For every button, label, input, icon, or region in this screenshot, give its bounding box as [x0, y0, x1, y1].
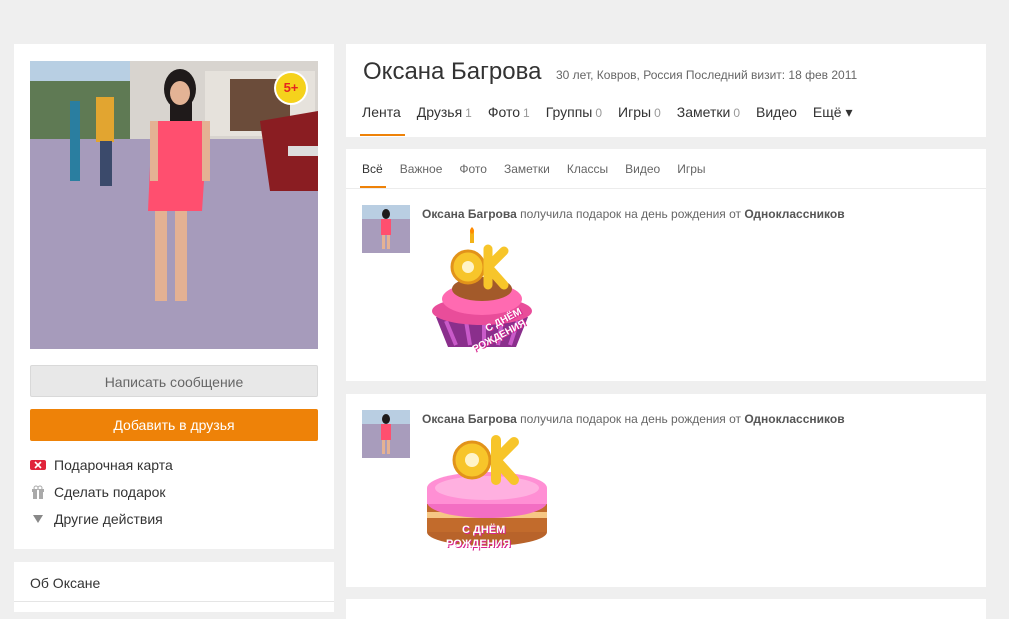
post-author-avatar[interactable]	[362, 410, 410, 458]
tab-label: Ещё ▾	[812, 104, 853, 120]
tab-count: 1	[465, 106, 472, 120]
tab-label: Заметки	[676, 104, 731, 120]
other-actions-link[interactable]: Другие действия	[30, 511, 163, 527]
post-author-link[interactable]: Оксана Багрова	[422, 207, 517, 221]
photo-illustration	[30, 61, 318, 349]
feed-tab-important[interactable]: Важное	[400, 162, 443, 176]
make-gift-label: Сделать подарок	[54, 484, 166, 500]
post-source-link[interactable]: Одноклассников	[744, 412, 844, 426]
gift-card-link[interactable]: Подарочная карта	[30, 457, 173, 473]
tab-count: 0	[595, 106, 603, 120]
tab-label: Группы	[545, 104, 593, 120]
tab-feed[interactable]: Лента	[360, 104, 405, 136]
feed: Всё Важное Фото Заметки Классы Видео Игр…	[346, 149, 986, 381]
tab-label: Игры	[618, 104, 652, 120]
feed-tab-games[interactable]: Игры	[677, 162, 705, 176]
post-author-avatar[interactable]	[362, 205, 410, 253]
triangle-down-icon	[30, 511, 46, 527]
profile-header: Оксана Багрова 30 лет, Ковров, Россия По…	[346, 44, 986, 137]
tab-label: Друзья	[416, 104, 463, 120]
post-author-link[interactable]: Оксана Багрова	[422, 412, 517, 426]
tab-count: 0	[733, 106, 740, 120]
tab-games[interactable]: Игры 0	[618, 104, 661, 136]
divider	[14, 601, 334, 602]
profile-meta: 30 лет, Ковров, Россия Последний визит: …	[556, 68, 858, 82]
gift-caption-2: РОЖДЕНИЯ	[446, 538, 511, 550]
post-source-link[interactable]: Одноклассников	[744, 207, 844, 221]
feed-post	[346, 599, 986, 619]
tab-notes[interactable]: Заметки 0	[677, 104, 740, 136]
gift-card-label: Подарочная карта	[54, 457, 173, 473]
post-text: Оксана Багрова получила подарок на день …	[422, 412, 845, 426]
gift-caption-1: С ДНЁМ	[462, 524, 506, 536]
profile-name: Оксана Багрова	[363, 58, 542, 85]
tab-label: Видео	[756, 104, 797, 120]
feed-tab-video[interactable]: Видео	[625, 162, 660, 176]
post-action-text: получила подарок на день рождения от	[520, 207, 742, 221]
feed-filter-tabs: Всё Важное Фото Заметки Классы Видео Игр…	[360, 162, 723, 188]
tab-label: Лента	[362, 104, 401, 120]
profile-sidebar: 5+ Написать сообщение Добавить в друзья …	[14, 44, 334, 549]
about-section[interactable]: Об Оксане	[14, 562, 334, 612]
gift-cupcake[interactable]: С ДНЁМ РОЖДЕНИЯ	[426, 227, 551, 357]
feed-tab-all[interactable]: Всё	[360, 162, 386, 188]
tab-video[interactable]: Видео	[756, 104, 797, 136]
tab-groups[interactable]: Группы 0	[546, 104, 602, 136]
divider	[346, 188, 986, 189]
gift-icon	[30, 484, 46, 500]
add-friend-button[interactable]: Добавить в друзья	[30, 409, 318, 441]
post-text: Оксана Багрова получила подарок на день …	[422, 207, 845, 221]
tab-count: 1	[523, 106, 530, 120]
tab-label: Фото	[487, 104, 521, 120]
feed-tab-likes[interactable]: Классы	[567, 162, 608, 176]
feed-post: Оксана Багрова получила подарок на день …	[346, 394, 986, 587]
tab-more[interactable]: Ещё ▾	[813, 104, 853, 136]
profile-photo[interactable]: 5+	[30, 61, 318, 349]
age-rating-text: 5+	[283, 80, 299, 95]
feed-tab-photo[interactable]: Фото	[459, 162, 487, 176]
about-label: Об Оксане	[30, 575, 101, 591]
tab-friends[interactable]: Друзья 1	[417, 104, 472, 136]
tab-photos[interactable]: Фото 1	[488, 104, 530, 136]
profile-nav: Лента Друзья 1 Фото 1 Группы 0 Игры 0 Заметк…	[360, 104, 868, 136]
gift-card-icon	[30, 457, 46, 473]
feed-tab-notes[interactable]: Заметки	[504, 162, 550, 176]
tab-count: 0	[654, 106, 661, 120]
other-actions-label: Другие действия	[54, 511, 163, 527]
send-message-button[interactable]: Написать сообщение	[30, 365, 318, 397]
make-gift-link[interactable]: Сделать подарок	[30, 484, 166, 500]
gift-cake[interactable]: С ДНЁМ РОЖДЕНИЯ	[424, 432, 554, 562]
post-action-text: получила подарок на день рождения от	[520, 412, 742, 426]
